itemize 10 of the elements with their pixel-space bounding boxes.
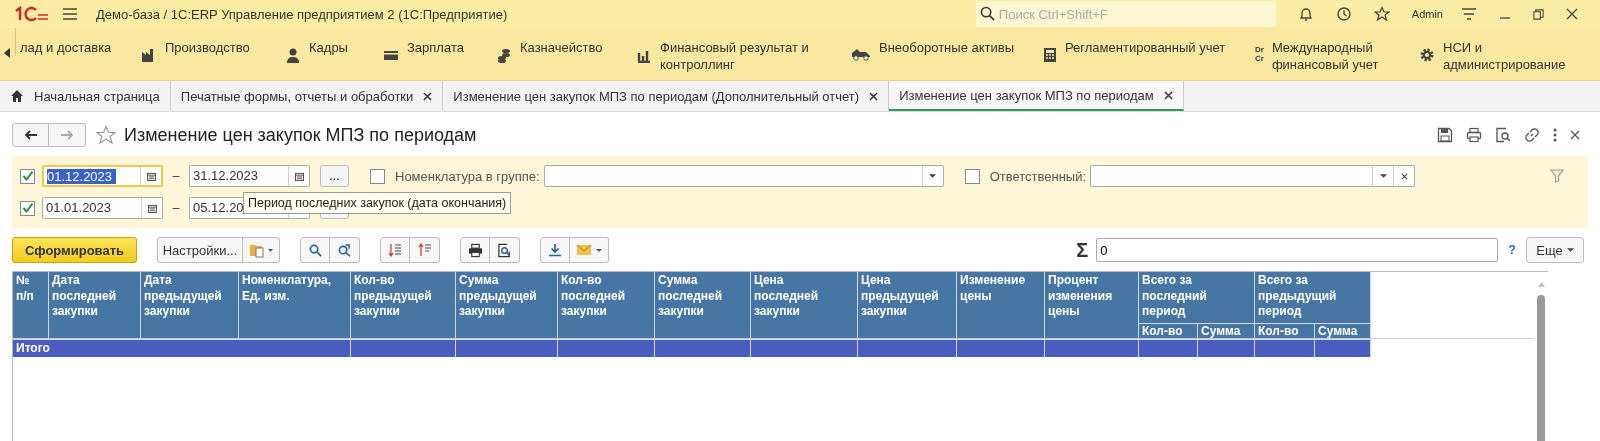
form-title: Изменение цен закупок МПЗ по периодам [124,124,478,146]
tooltip: Период последних закупок (дата окончания) [243,192,512,214]
sum-icon: Σ [1076,238,1089,262]
debit-credit-icon: Dr Cr [1255,45,1264,63]
range-dash: – [171,201,181,215]
total-row-label: Итого [13,340,351,357]
filter-label: Ответственный: [989,168,1087,184]
range-dash: – [171,169,181,183]
window-title: Демо-база / 1С:ERP Управление предприятием 2 (1С:Предприятие) [96,6,509,22]
filter-label: Номенклатура в группе: [395,168,540,184]
